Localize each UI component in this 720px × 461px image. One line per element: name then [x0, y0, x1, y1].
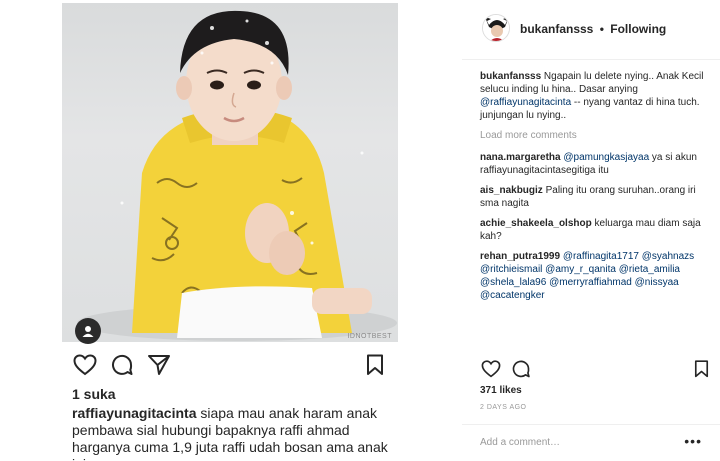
like-button[interactable] [72, 352, 98, 378]
comment-mention[interactable]: @merryraffiahmad [549, 277, 632, 288]
share-button[interactable] [146, 352, 172, 378]
user-tag-button[interactable] [75, 318, 101, 344]
comment-mention[interactable]: @nissyaa [635, 277, 679, 288]
header-separator: • [599, 22, 604, 36]
heart-icon [481, 360, 501, 378]
comment-username[interactable]: bukanfansss [480, 71, 541, 82]
comment-mention[interactable]: @amy_r_qanita [545, 264, 616, 275]
comment-item: achie_shakeela_olshop keluarga mau diam … [480, 217, 712, 243]
comment-mention[interactable]: @rieta_amilia [619, 264, 680, 275]
comment-mention[interactable]: @raffinagita1717 [563, 251, 639, 262]
add-comment-input[interactable] [480, 433, 670, 451]
post-header: bukanfansss • Following [462, 0, 720, 60]
comments-list: bukanfansss Ngapain lu delete nying.. An… [480, 70, 712, 309]
comment-item: rehan_putra1999 @raffinagita1717 @syahna… [480, 250, 712, 302]
comment-item: ais_nakbugiz Paling itu orang suruhan..o… [480, 184, 712, 210]
heart-icon [73, 354, 97, 376]
comment-icon [512, 360, 530, 378]
comment-username[interactable]: achie_shakeela_olshop [480, 218, 592, 229]
comment-mention[interactable]: @cacatengker [480, 290, 545, 301]
comment-mention[interactable]: @syahnazs [642, 251, 694, 262]
comment-username[interactable]: nana.margaretha [480, 152, 561, 163]
comment-mention[interactable]: @pamungkasjayaa [563, 152, 649, 163]
comment-mention[interactable]: @ritchieismail [480, 264, 542, 275]
more-options-button[interactable]: ••• [684, 434, 702, 448]
avatar[interactable] [482, 14, 510, 42]
post-actions-left [72, 352, 392, 378]
caption-comment: bukanfansss Ngapain lu delete nying.. An… [480, 70, 712, 122]
following-button[interactable]: Following [610, 22, 666, 36]
header-username[interactable]: bukanfansss [520, 22, 593, 36]
post-caption-left: raffiayunagitacinta siapa mau anak haram… [72, 405, 402, 461]
comment-username[interactable]: rehan_putra1999 [480, 251, 560, 262]
comment-mention[interactable]: @shela_lala96 [480, 277, 546, 288]
load-more-comments-button[interactable]: Load more comments [480, 129, 712, 142]
share-icon [148, 355, 170, 375]
save-button[interactable] [690, 358, 712, 380]
post-photo[interactable]: IDNOTBEST [62, 3, 398, 342]
comment-button[interactable] [109, 352, 135, 378]
user-tag-icon [82, 326, 94, 337]
bookmark-icon [367, 354, 383, 375]
comment-icon [112, 354, 133, 375]
post-actions-right [480, 358, 710, 380]
comment-item: nana.margaretha @pamungkasjayaa ya si ak… [480, 151, 712, 177]
avatar-image [483, 15, 509, 41]
bookmark-icon [694, 360, 708, 378]
post-sidebar: bukanfansss • Following bukanfansss Ngap… [462, 0, 720, 461]
likes-count-left[interactable]: 1 suka [72, 386, 116, 402]
child-illustration [77, 10, 397, 341]
post-mobile-view: IDNOTBEST 1 suka raffiayunagitacinta sia… [0, 0, 460, 461]
comment-username[interactable]: ais_nakbugiz [480, 185, 543, 196]
likes-count[interactable]: 371 likes [480, 385, 522, 396]
add-comment-bar: ••• [462, 424, 720, 461]
save-button[interactable] [362, 352, 388, 378]
post-date: 2 DAYS AGO [480, 404, 527, 411]
comment-button[interactable] [510, 358, 532, 380]
header-user: bukanfansss • Following [520, 22, 666, 36]
comment-mention[interactable]: @raffiayunagitacinta [480, 97, 571, 108]
like-button[interactable] [480, 358, 502, 380]
caption-username[interactable]: raffiayunagitacinta [72, 405, 196, 421]
photo-watermark: IDNOTBEST [347, 333, 392, 340]
